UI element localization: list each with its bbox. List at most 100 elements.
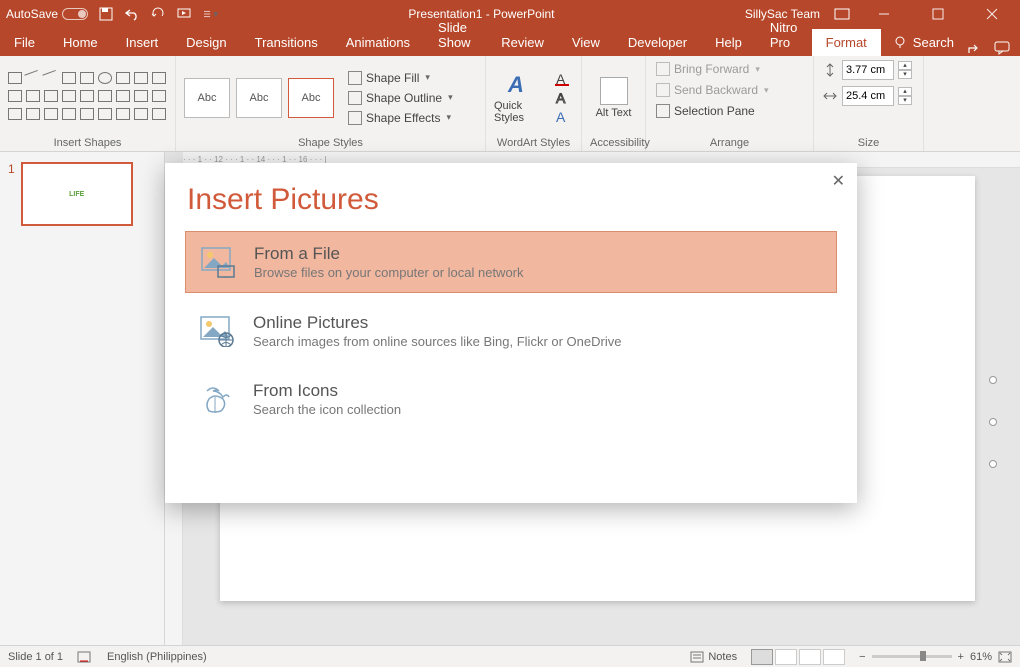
option-from-file[interactable]: From a FileBrowse files on your computer… — [185, 231, 837, 293]
minimize-button[interactable] — [864, 0, 904, 28]
option-subtitle: Search images from online sources like B… — [253, 334, 621, 349]
quick-styles-button[interactable]: A Quick Styles — [494, 72, 548, 124]
svg-text:A: A — [507, 72, 524, 97]
send-backward-button[interactable]: Send Backward — [654, 81, 771, 99]
group-label: WordArt Styles — [494, 135, 573, 149]
undo-icon[interactable] — [124, 6, 140, 22]
group-size: ▴▾ ▴▾ Size — [814, 56, 924, 151]
option-subtitle: Search the icon collection — [253, 402, 401, 417]
slide-sorter-button[interactable] — [775, 649, 797, 665]
autosave-toggle[interactable]: AutoSave — [6, 7, 88, 21]
toggle-switch-icon — [62, 8, 88, 20]
height-field[interactable]: ▴▾ — [822, 60, 912, 80]
tab-help[interactable]: Help — [701, 29, 756, 56]
effects-icon — [348, 111, 362, 125]
tab-nitropro[interactable]: Nitro Pro — [756, 14, 812, 56]
option-title: From Icons — [253, 381, 401, 401]
text-effects-icon[interactable]: A — [554, 109, 572, 125]
alt-text-button[interactable]: Alt Text — [590, 77, 637, 119]
lightbulb-icon — [893, 36, 907, 50]
svg-text:A: A — [556, 90, 566, 106]
shape-outline-button[interactable]: Shape Outline — [346, 89, 455, 107]
shape-gallery[interactable] — [8, 72, 168, 124]
shape-effects-button[interactable]: Shape Effects — [346, 109, 455, 127]
zoom-control: − + 61% — [859, 651, 1012, 663]
text-outline-icon[interactable]: A — [554, 90, 572, 106]
option-title: From a File — [254, 244, 524, 264]
fit-to-window-button[interactable] — [998, 651, 1012, 663]
tab-home[interactable]: Home — [49, 29, 112, 56]
close-button[interactable] — [972, 0, 1012, 28]
autosave-label: AutoSave — [6, 7, 58, 21]
tab-insert[interactable]: Insert — [112, 29, 173, 56]
ribbon-tabs: File Home Insert Design Transitions Anim… — [0, 28, 1020, 56]
notes-button[interactable]: Notes — [690, 651, 737, 663]
bring-forward-button[interactable]: Bring Forward — [654, 60, 762, 78]
tell-me-search[interactable]: Search — [881, 29, 966, 56]
display-mode-icon[interactable] — [834, 6, 850, 22]
spinner[interactable]: ▴▾ — [898, 87, 912, 105]
tab-transitions[interactable]: Transitions — [241, 29, 332, 56]
zoom-in-button[interactable]: + — [958, 651, 964, 663]
list-bullets-icon[interactable] — [202, 6, 218, 22]
present-from-start-icon[interactable] — [176, 6, 192, 22]
from-file-icon — [200, 246, 236, 278]
share-icon[interactable] — [966, 40, 982, 56]
selection-pane-icon — [656, 104, 670, 118]
tab-view[interactable]: View — [558, 29, 614, 56]
group-label: Shape Styles — [184, 135, 477, 149]
shape-fill-button[interactable]: Shape Fill — [346, 69, 455, 87]
tab-review[interactable]: Review — [487, 29, 558, 56]
redo-icon[interactable] — [150, 6, 166, 22]
tab-developer[interactable]: Developer — [614, 29, 701, 56]
height-icon — [822, 62, 838, 78]
search-label: Search — [913, 35, 954, 50]
spellcheck-icon[interactable] — [77, 650, 93, 664]
spinner[interactable]: ▴▾ — [898, 61, 912, 79]
width-field[interactable]: ▴▾ — [822, 86, 912, 106]
dialog-close-button[interactable]: ✕ — [832, 171, 845, 191]
bring-forward-icon — [656, 62, 670, 76]
placeholder-handles[interactable] — [989, 376, 999, 466]
group-insert-shapes: Insert Shapes — [0, 56, 176, 151]
reading-view-button[interactable] — [799, 649, 821, 665]
tab-file[interactable]: File — [0, 29, 49, 56]
shape-style-preset[interactable]: Abc — [236, 78, 282, 118]
dialog-title: Insert Pictures — [165, 163, 857, 231]
group-accessibility: Alt Text Accessibility — [582, 56, 646, 151]
option-title: Online Pictures — [253, 313, 621, 333]
tab-animations[interactable]: Animations — [332, 29, 424, 56]
view-buttons — [751, 649, 845, 665]
slide-thumbnail[interactable]: LIFE — [21, 162, 133, 226]
svg-text:A: A — [556, 109, 566, 125]
comments-icon[interactable] — [994, 40, 1010, 56]
group-label: Insert Shapes — [8, 135, 167, 149]
alt-text-icon — [600, 77, 628, 105]
insert-pictures-dialog: ✕ Insert Pictures From a FileBrowse file… — [165, 163, 857, 503]
text-fill-icon[interactable]: A — [554, 71, 572, 87]
group-shape-styles: Abc Abc Abc Shape Fill Shape Outline Sha… — [176, 56, 486, 151]
status-bar: Slide 1 of 1 English (Philippines) Notes… — [0, 645, 1020, 667]
shape-style-preset[interactable]: Abc — [184, 78, 230, 118]
group-label: Size — [822, 135, 915, 149]
zoom-level[interactable]: 61% — [970, 651, 992, 663]
tab-design[interactable]: Design — [172, 29, 240, 56]
slide-number: 1 — [8, 162, 15, 226]
normal-view-button[interactable] — [751, 649, 773, 665]
group-label: Accessibility — [590, 135, 637, 149]
save-icon[interactable] — [98, 6, 114, 22]
option-online-pictures[interactable]: Online PicturesSearch images from online… — [185, 301, 837, 361]
height-input[interactable] — [842, 60, 894, 80]
selection-pane-button[interactable]: Selection Pane — [654, 102, 757, 120]
tab-slideshow[interactable]: Slide Show — [424, 14, 487, 56]
tab-format[interactable]: Format — [812, 29, 881, 56]
zoom-out-button[interactable]: − — [859, 651, 865, 663]
language-indicator[interactable]: English (Philippines) — [107, 651, 207, 663]
fill-icon — [348, 71, 362, 85]
width-input[interactable] — [842, 86, 894, 106]
option-from-icons[interactable]: From IconsSearch the icon collection — [185, 369, 837, 429]
maximize-button[interactable] — [918, 0, 958, 28]
slideshow-view-button[interactable] — [823, 649, 845, 665]
shape-style-preset[interactable]: Abc — [288, 78, 334, 118]
zoom-slider[interactable] — [872, 655, 952, 658]
